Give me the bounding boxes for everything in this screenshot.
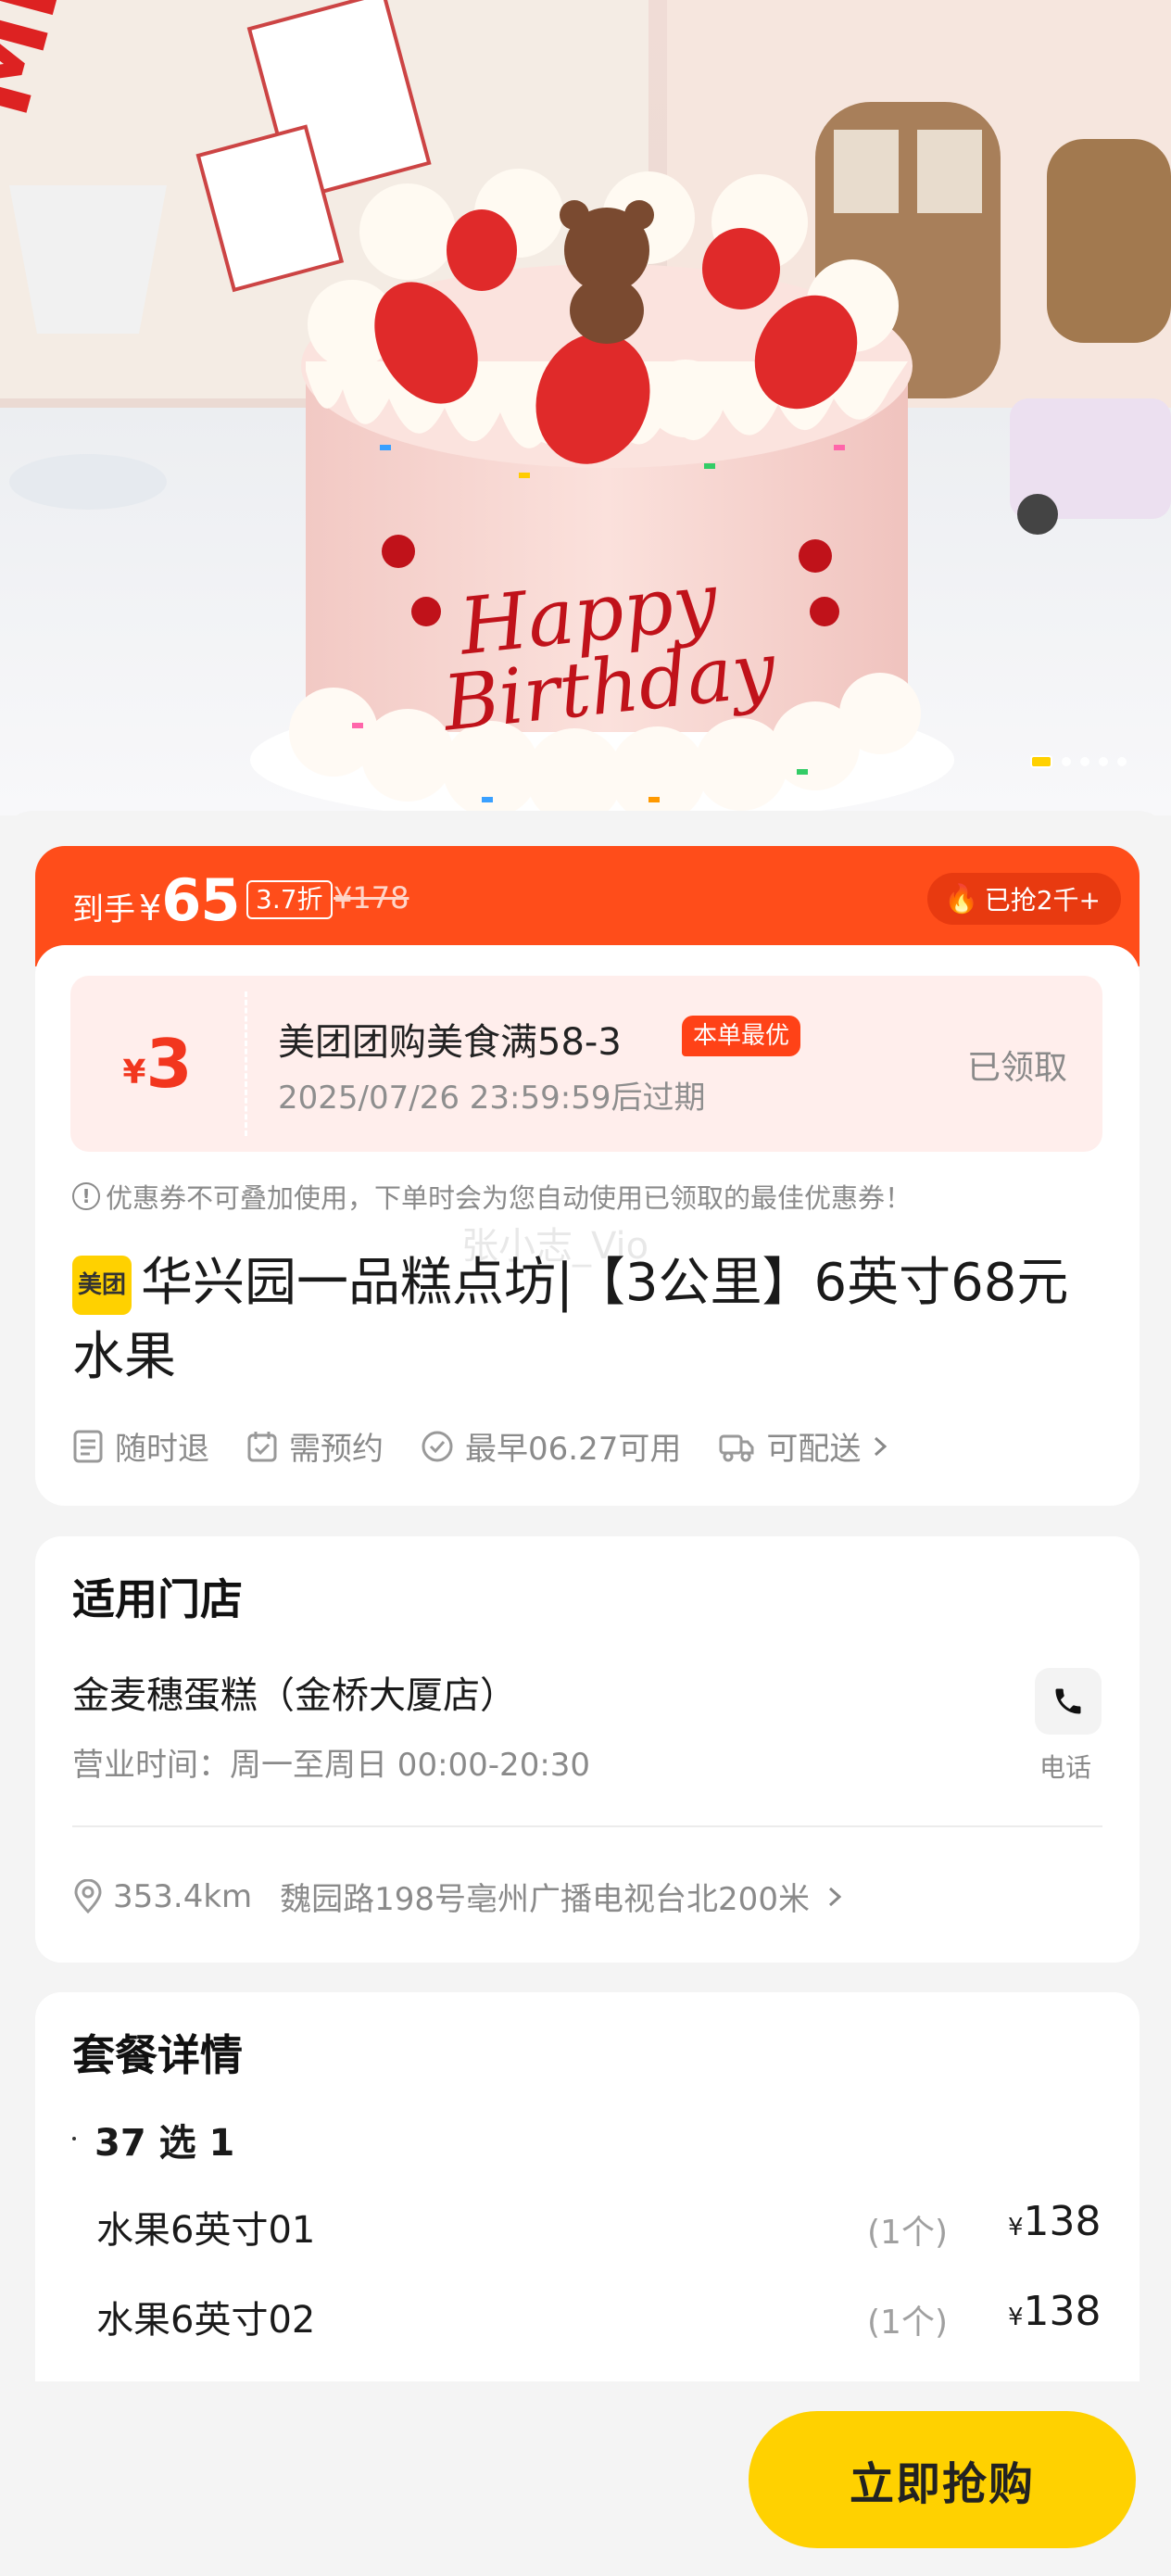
delivery-truck-icon	[719, 1434, 754, 1461]
best-offer-tag: 本单最优	[682, 1016, 801, 1056]
package-item-price-value: 138	[1023, 2198, 1102, 2245]
carousel-dot	[1099, 757, 1108, 766]
info-icon: !	[72, 1182, 100, 1210]
feature-label: 需预约	[289, 1431, 384, 1468]
coupon-value: 3	[145, 1025, 193, 1103]
feature-reservation: 需预约	[246, 1423, 384, 1469]
package-item-currency: ¥	[1008, 2214, 1024, 2241]
store-address-row[interactable]: 353.4km 魏园路198号亳州广播电视台北200米	[72, 1874, 847, 1919]
bullet	[72, 2137, 76, 2140]
coupon-currency: ¥	[122, 1053, 146, 1092]
package-item-name: 水果6英寸02	[96, 2299, 316, 2342]
carousel-dot	[1080, 757, 1089, 766]
feature-list: 随时退 需预约 最早06.27可用 可配送	[72, 1423, 929, 1469]
feature-label: 最早06.27可用	[465, 1431, 682, 1468]
feature-refund: 随时退	[72, 1423, 209, 1469]
product-image-carousel[interactable]: MEAL	[0, 0, 1171, 815]
package-item-qty: (1个)	[867, 2304, 948, 2342]
stores-section-title: 适用门店	[72, 1574, 243, 1624]
product-title-text: 华兴园一品糕点坊|【3公里】6英寸68元水果	[72, 1253, 1069, 1387]
package-item-name: 水果6英寸01	[96, 2209, 316, 2252]
price-prefix: 到手	[72, 891, 135, 928]
product-title: 美团 华兴园一品糕点坊|【3公里】6英寸68元水果	[72, 1246, 1091, 1395]
divider	[72, 1825, 1102, 1827]
sold-count-badge: 🔥 已抢2千+	[927, 873, 1121, 925]
carousel-dot-active	[1030, 755, 1052, 768]
cake-photo: MEAL	[0, 0, 1171, 815]
package-choose-rule: 37 选 1	[94, 2122, 235, 2165]
phone-label[interactable]: 电话	[1039, 1748, 1091, 1785]
final-price: 到手 ¥ 65	[72, 866, 240, 934]
price-value: 65	[161, 866, 240, 934]
coupon-separator	[245, 991, 247, 1136]
coupon-status: 已领取	[966, 1049, 1067, 1087]
coupon-tip-text: 优惠券不可叠加使用，下单时会为您自动使用已领取的最佳优惠券！	[106, 1182, 913, 1214]
feature-delivery[interactable]: 可配送	[718, 1423, 892, 1469]
buy-now-button[interactable]: 立即抢购	[749, 2411, 1136, 2548]
sold-count: 已抢2千+	[984, 885, 1101, 915]
phone-icon	[1055, 1688, 1081, 1714]
coupon-expiry: 2025/07/26 23:59:59后过期	[278, 1080, 706, 1117]
calendar-icon	[247, 1431, 277, 1461]
chevron-right-icon	[875, 1436, 888, 1456]
original-price: ¥178	[334, 880, 409, 915]
carousel-dot	[1117, 757, 1127, 766]
chevron-right-icon	[828, 1887, 842, 1906]
feature-label: 随时退	[115, 1431, 209, 1468]
discount-tag: 3.7折	[246, 880, 333, 919]
package-item-price-value: 138	[1023, 2288, 1102, 2335]
price-currency: ¥	[139, 888, 162, 928]
meituan-logo: 美团	[72, 1256, 132, 1315]
fire-icon: 🔥	[944, 882, 979, 915]
feature-label: 可配送	[766, 1431, 862, 1468]
check-circle-icon	[422, 1431, 453, 1461]
package-item-qty: (1个)	[867, 2214, 948, 2252]
package-item-price: ¥138	[1008, 2198, 1102, 2245]
store-name[interactable]: 金麦穗蛋糕（金桥大厦店）	[72, 1665, 517, 1719]
store-distance: 353.4km	[113, 1877, 253, 1915]
store-hours: 营业时间：周一至周日 00:00-20:30	[72, 1747, 591, 1784]
carousel-dot	[1062, 757, 1071, 766]
feature-available-date: 最早06.27可用	[421, 1423, 681, 1469]
package-item-currency: ¥	[1008, 2304, 1024, 2331]
coupon-title: 美团团购美食满58-3	[278, 1021, 622, 1064]
location-pin-icon	[74, 1878, 102, 1913]
coupon-tip: ! 优惠券不可叠加使用，下单时会为您自动使用已领取的最佳优惠券！	[72, 1177, 912, 1216]
package-section-title: 套餐详情	[72, 2030, 243, 2080]
package-item-price: ¥138	[1008, 2288, 1102, 2335]
store-address: 魏园路198号亳州广播电视台北200米	[280, 1881, 810, 1918]
phone-button[interactable]	[1035, 1668, 1102, 1735]
coupon-amount: ¥ 3	[70, 976, 245, 1152]
carousel-indicator	[1030, 755, 1127, 768]
document-icon	[73, 1430, 103, 1462]
